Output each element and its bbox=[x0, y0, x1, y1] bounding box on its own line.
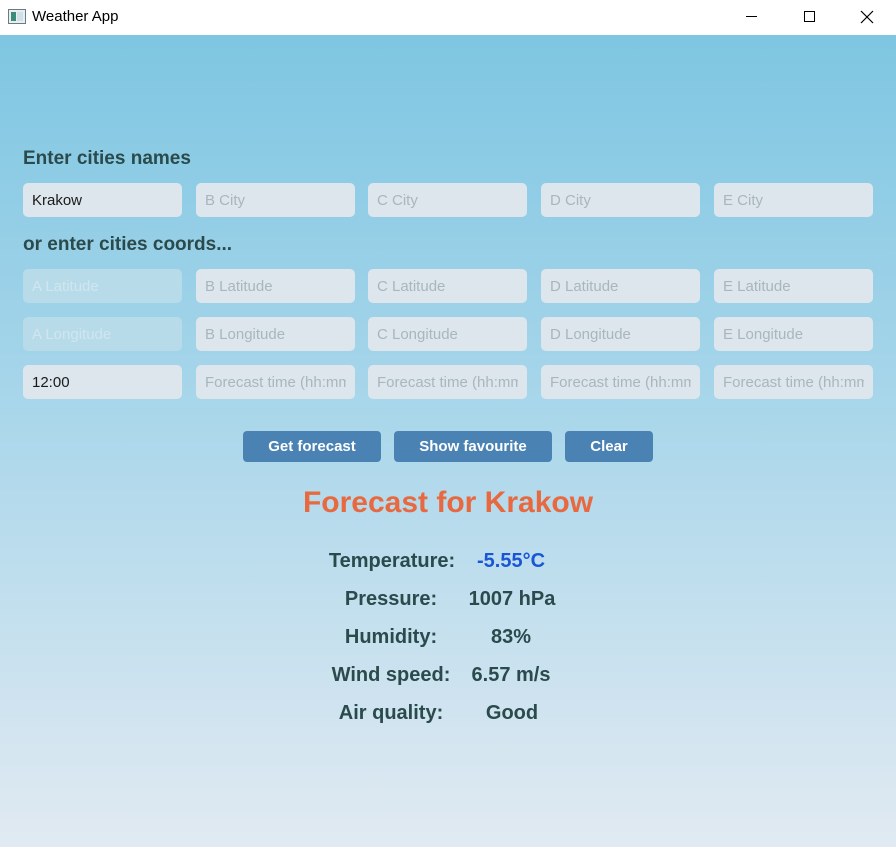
window-title: Weather App bbox=[32, 8, 119, 25]
temperature-value: -5.55°C bbox=[476, 550, 546, 572]
maximize-icon bbox=[803, 11, 815, 22]
close-icon bbox=[860, 10, 874, 23]
cities-label: Enter cities names bbox=[23, 148, 191, 169]
latitude-e-input[interactable] bbox=[714, 269, 873, 303]
get-forecast-button[interactable]: Get forecast bbox=[243, 431, 381, 462]
air-quality-value: Good bbox=[485, 702, 539, 724]
title-bar: Weather App bbox=[0, 0, 896, 35]
city-d-input[interactable] bbox=[541, 183, 700, 217]
humidity-value: 83% bbox=[490, 626, 532, 648]
latitude-a-input[interactable] bbox=[23, 269, 182, 303]
wind-speed-value: 6.57 m/s bbox=[471, 664, 551, 686]
longitude-c-input[interactable] bbox=[368, 317, 527, 351]
air-quality-label: Air quality: bbox=[338, 702, 444, 724]
main-panel: Enter cities names or enter cities coord… bbox=[0, 35, 896, 847]
clear-button[interactable]: Clear bbox=[565, 431, 653, 462]
forecast-time-c-input[interactable] bbox=[368, 365, 527, 399]
forecast-time-a-input[interactable] bbox=[23, 365, 182, 399]
city-e-input[interactable] bbox=[714, 183, 873, 217]
app-window-icon bbox=[8, 9, 26, 24]
forecast-time-b-input[interactable] bbox=[196, 365, 355, 399]
forecast-title: Forecast for Krakow bbox=[302, 486, 594, 519]
maximize-button[interactable] bbox=[780, 0, 838, 33]
latitude-d-input[interactable] bbox=[541, 269, 700, 303]
forecast-time-d-input[interactable] bbox=[541, 365, 700, 399]
forecast-time-e-input[interactable] bbox=[714, 365, 873, 399]
close-button[interactable] bbox=[838, 0, 896, 33]
humidity-label: Humidity: bbox=[344, 626, 438, 648]
city-b-input[interactable] bbox=[196, 183, 355, 217]
longitude-e-input[interactable] bbox=[714, 317, 873, 351]
pressure-label: Pressure: bbox=[344, 588, 438, 610]
city-c-input[interactable] bbox=[368, 183, 527, 217]
city-a-input[interactable] bbox=[23, 183, 182, 217]
longitude-b-input[interactable] bbox=[196, 317, 355, 351]
minimize-button[interactable] bbox=[722, 0, 780, 33]
coords-label: or enter cities coords... bbox=[23, 234, 233, 255]
wind-speed-label: Wind speed: bbox=[331, 664, 451, 686]
minimize-icon bbox=[745, 16, 757, 17]
latitude-b-input[interactable] bbox=[196, 269, 355, 303]
latitude-c-input[interactable] bbox=[368, 269, 527, 303]
longitude-d-input[interactable] bbox=[541, 317, 700, 351]
longitude-a-input[interactable] bbox=[23, 317, 182, 351]
temperature-label: Temperature: bbox=[328, 550, 456, 572]
pressure-value: 1007 hPa bbox=[468, 588, 556, 610]
show-favourite-button[interactable]: Show favourite bbox=[394, 431, 552, 462]
